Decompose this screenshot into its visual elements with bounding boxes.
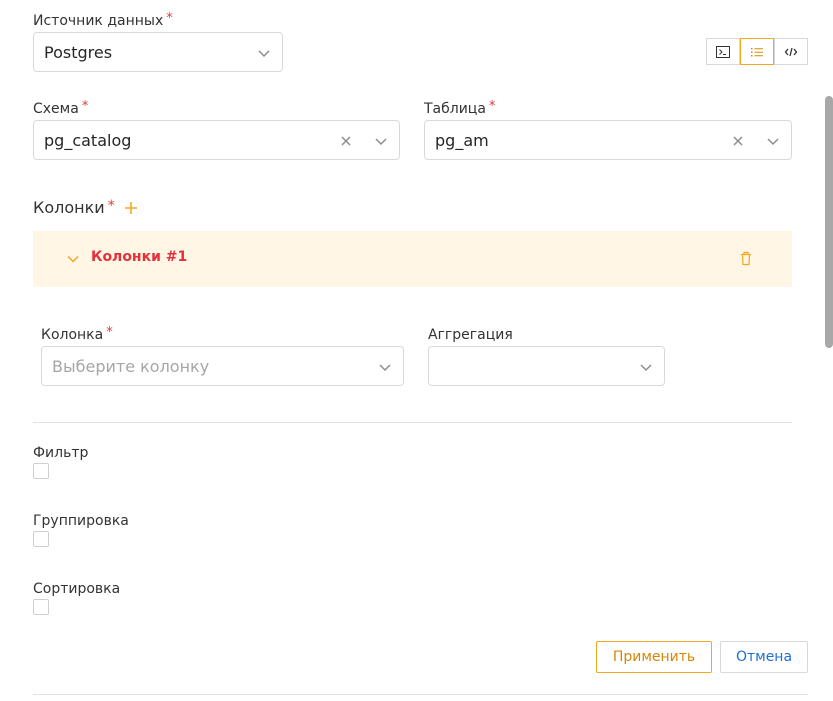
column-select[interactable]: Выберите колонку [41, 346, 404, 386]
clear-icon[interactable] [731, 134, 745, 148]
columns-section-label: Колонки [33, 198, 105, 217]
columns-section-heading: Колонки * [33, 198, 138, 217]
column-group-panel: Колонки #1 [33, 231, 792, 287]
required-asterisk: * [107, 197, 115, 214]
schema-value: pg_catalog [44, 130, 132, 150]
schema-label: Схема * [33, 99, 89, 119]
aggregation-label-text: Аггрегация [428, 327, 513, 343]
chevron-down-icon[interactable] [66, 252, 80, 266]
aggregation-label: Аггрегация [428, 326, 513, 344]
column-label: Колонка * [41, 325, 113, 345]
scrollbar-thumb[interactable] [825, 96, 833, 348]
sorting-label: Сортировка [33, 581, 121, 597]
required-asterisk: * [166, 11, 173, 26]
filter-checkbox[interactable] [33, 463, 49, 479]
table-label: Таблица * [424, 99, 496, 119]
filter-label: Фильтр [33, 445, 89, 461]
datasource-label-text: Источник данных [33, 13, 164, 29]
chevron-down-icon [767, 138, 779, 146]
table-value: pg_am [435, 130, 489, 150]
required-asterisk: * [488, 99, 496, 114]
apply-button[interactable]: Применить [596, 641, 712, 673]
list-icon [751, 47, 763, 56]
column-placeholder: Выберите колонку [52, 356, 210, 376]
view-list-button[interactable] [740, 38, 774, 65]
chevron-down-icon [375, 138, 387, 146]
column-label-text: Колонка [41, 327, 104, 343]
required-asterisk: * [81, 99, 89, 114]
sorting-checkbox[interactable] [33, 599, 49, 615]
datasource-value: Postgres [44, 42, 113, 62]
code-icon [784, 47, 798, 56]
trash-icon[interactable] [739, 251, 753, 266]
grouping-checkbox[interactable] [33, 531, 49, 547]
table-label-text: Таблица [424, 101, 486, 117]
plus-icon[interactable] [124, 201, 138, 215]
divider [33, 694, 808, 695]
grouping-label: Группировка [33, 513, 129, 529]
aggregation-select[interactable] [428, 346, 665, 386]
chevron-down-icon [640, 364, 652, 372]
view-code-button[interactable] [774, 38, 808, 65]
datasource-label: Источник данных * [33, 11, 173, 31]
chevron-down-icon [379, 364, 391, 372]
schema-select[interactable]: pg_catalog [33, 120, 400, 160]
terminal-icon [716, 45, 730, 58]
required-asterisk: * [106, 325, 113, 340]
cancel-button[interactable]: Отмена [720, 641, 808, 673]
table-select[interactable]: pg_am [424, 120, 792, 160]
column-group-title[interactable]: Колонки #1 [91, 249, 187, 265]
chevron-down-icon [258, 50, 270, 58]
datasource-select[interactable]: Postgres [33, 32, 283, 72]
schema-label-text: Схема [33, 101, 79, 117]
clear-icon[interactable] [339, 134, 353, 148]
divider [33, 422, 792, 423]
view-terminal-button[interactable] [706, 38, 740, 65]
